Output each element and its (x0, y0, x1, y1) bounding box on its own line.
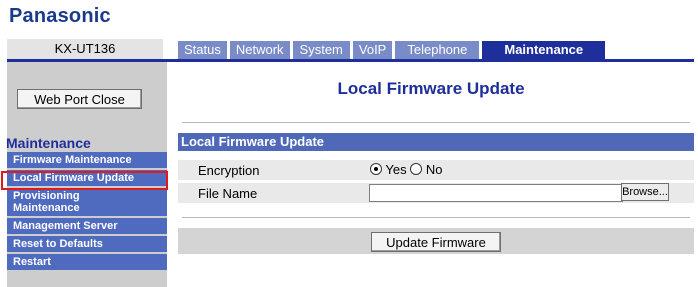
selected-item-highlight (1, 171, 168, 190)
encryption-no-label: No (425, 162, 443, 177)
tab-telephone[interactable]: Telephone (395, 41, 480, 59)
top-tab-bar: Status Network System VoIP Telephone Mai… (178, 41, 606, 59)
title-divider (182, 122, 690, 123)
section-header: Local Firmware Update (178, 133, 694, 151)
tab-voip[interactable]: VoIP (352, 41, 393, 59)
sidebar-item-firmware-maintenance[interactable]: Firmware Maintenance (7, 152, 167, 168)
encryption-options: Yes No (370, 162, 442, 177)
sidebar-heading: Maintenance (6, 135, 91, 151)
encryption-label: Encryption (198, 163, 260, 178)
update-firmware-button[interactable]: Update Firmware (371, 232, 501, 252)
tab-maintenance[interactable]: Maintenance (482, 41, 606, 59)
page-title: Local Firmware Update (337, 79, 525, 98)
file-name-input[interactable] (369, 184, 623, 202)
panasonic-logo: Panasonic (9, 5, 111, 27)
encryption-row: Encryption Yes No (178, 160, 694, 180)
encryption-yes-label: Yes (385, 162, 407, 177)
web-port-close-button[interactable]: Web Port Close (17, 89, 142, 109)
model-name: KX-UT136 (7, 39, 163, 59)
form-divider (182, 217, 690, 218)
tab-system[interactable]: System (292, 41, 350, 59)
action-bar: Update Firmware (178, 228, 694, 254)
sidebar-menu: Firmware Maintenance Local Firmware Upda… (7, 152, 167, 272)
encryption-no-radio[interactable] (410, 163, 423, 175)
browse-button[interactable]: Browse... (621, 183, 669, 201)
sidebar-item-provisioning-maintenance[interactable]: Provisioning Maintenance (7, 188, 167, 216)
file-name-label: File Name (198, 186, 258, 201)
sidebar-item-restart[interactable]: Restart (7, 254, 167, 270)
file-name-row: File Name Browse... (178, 183, 694, 203)
sidebar-item-management-server[interactable]: Management Server (7, 218, 167, 234)
encryption-yes-radio[interactable] (370, 163, 382, 175)
tab-network[interactable]: Network (229, 41, 290, 59)
sidebar-item-reset-to-defaults[interactable]: Reset to Defaults (7, 236, 167, 252)
tab-status[interactable]: Status (178, 41, 227, 59)
